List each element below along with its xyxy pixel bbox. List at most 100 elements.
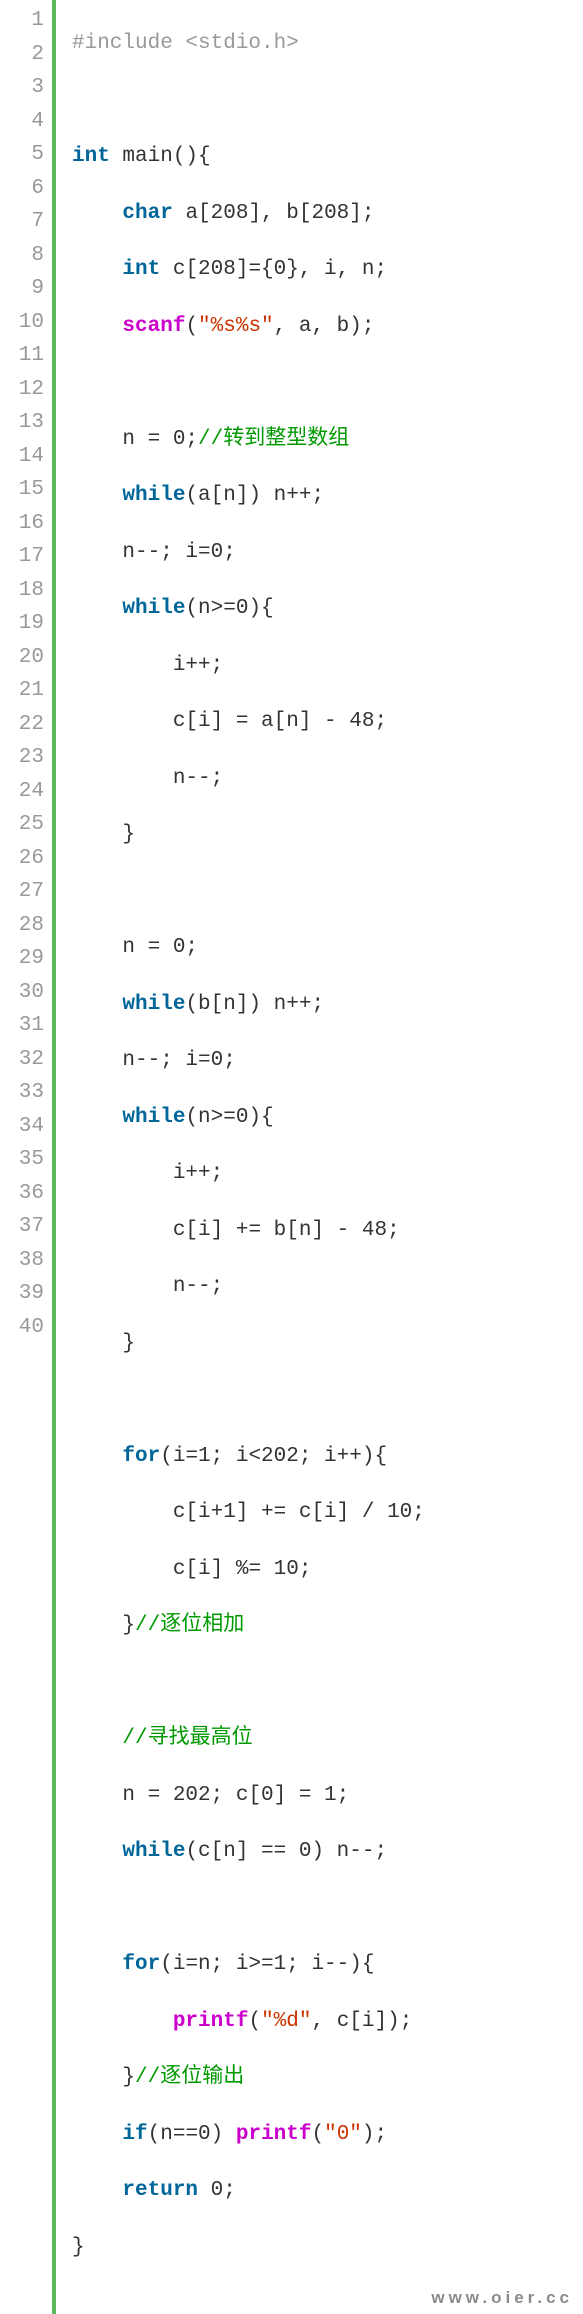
code-text: c[208]={0}, i, n; xyxy=(160,258,387,281)
code-line: n = 0; xyxy=(72,931,583,965)
code-text: c[i] %= 10; xyxy=(173,1558,312,1581)
line-number: 23 xyxy=(0,741,44,775)
line-number: 39 xyxy=(0,1277,44,1311)
keyword: while xyxy=(122,1840,185,1863)
keyword: while xyxy=(122,993,185,1016)
code-text: (n>=0){ xyxy=(185,1106,273,1129)
code-line xyxy=(72,366,583,400)
line-number: 34 xyxy=(0,1110,44,1144)
code-line: while(n>=0){ xyxy=(72,1101,583,1135)
code-line: n = 202; c[0] = 1; xyxy=(72,1779,583,1813)
line-number: 3 xyxy=(0,71,44,105)
line-number: 21 xyxy=(0,674,44,708)
code-line: return 0; xyxy=(72,2174,583,2208)
keyword: while xyxy=(122,1106,185,1129)
string: "%d" xyxy=(261,2010,311,2033)
line-number: 9 xyxy=(0,272,44,306)
code-line: } xyxy=(72,818,583,852)
keyword: char xyxy=(122,202,172,225)
string: "0" xyxy=(324,2123,362,2146)
code-line: while(c[n] == 0) n--; xyxy=(72,1835,583,1869)
line-number: 37 xyxy=(0,1210,44,1244)
code-line: //寻找最高位 xyxy=(72,1722,583,1756)
function: printf xyxy=(236,2123,312,2146)
code-line: n = 0;//转到整型数组 xyxy=(72,423,583,457)
line-number: 18 xyxy=(0,574,44,608)
code-text: (i=1; i<202; i++){ xyxy=(160,1445,387,1468)
code-line: }//逐位输出 xyxy=(72,2061,583,2095)
code-text: ); xyxy=(362,2123,387,2146)
line-number: 27 xyxy=(0,875,44,909)
code-line xyxy=(72,1666,583,1700)
keyword: while xyxy=(122,484,185,507)
string: "%s%s" xyxy=(198,315,274,338)
line-number: 19 xyxy=(0,607,44,641)
watermark: www.oier.cc xyxy=(431,2288,573,2308)
keyword: int xyxy=(122,258,160,281)
code-text: i++; xyxy=(173,654,223,677)
line-number: 4 xyxy=(0,105,44,139)
code-line: i++; xyxy=(72,1157,583,1191)
code-line: scanf("%s%s", a, b); xyxy=(72,310,583,344)
code-text: } xyxy=(122,823,135,846)
code-text: (n==0) xyxy=(148,2123,236,2146)
line-number: 20 xyxy=(0,641,44,675)
code-text: n--; i=0; xyxy=(122,541,235,564)
code-line: #include <stdio.h> xyxy=(72,27,583,61)
code-line: c[i+1] += c[i] / 10; xyxy=(72,1496,583,1530)
code-line: if(n==0) printf("0"); xyxy=(72,2118,583,2152)
code-line: n--; xyxy=(72,762,583,796)
code-line xyxy=(72,1892,583,1926)
line-number: 38 xyxy=(0,1244,44,1278)
line-number: 22 xyxy=(0,708,44,742)
code-text: n--; i=0; xyxy=(122,1049,235,1072)
code-text: c[i+1] += c[i] / 10; xyxy=(173,1501,425,1524)
code-text: i++; xyxy=(173,1162,223,1185)
keyword: int xyxy=(72,145,110,168)
line-number: 11 xyxy=(0,339,44,373)
code-line: }//逐位相加 xyxy=(72,1609,583,1643)
line-number: 17 xyxy=(0,540,44,574)
code-text: } xyxy=(122,1332,135,1355)
code-line: c[i] = a[n] - 48; xyxy=(72,705,583,739)
function: printf xyxy=(173,2010,249,2033)
function: scanf xyxy=(122,315,185,338)
code-text: ( xyxy=(248,2010,261,2033)
line-number: 33 xyxy=(0,1076,44,1110)
line-number: 7 xyxy=(0,205,44,239)
comment: //逐位输出 xyxy=(135,2066,244,2089)
code-text: n--; xyxy=(173,767,223,790)
line-number: 13 xyxy=(0,406,44,440)
code-line: for(i=n; i>=1; i--){ xyxy=(72,1948,583,1982)
line-number: 30 xyxy=(0,976,44,1010)
comment: //转到整型数组 xyxy=(198,428,349,451)
code-line: char a[208], b[208]; xyxy=(72,197,583,231)
line-number: 10 xyxy=(0,306,44,340)
code-text: (n>=0){ xyxy=(185,597,273,620)
line-number: 36 xyxy=(0,1177,44,1211)
code-text: n = 202; c[0] = 1; xyxy=(122,1784,349,1807)
code-line: while(b[n]) n++; xyxy=(72,988,583,1022)
comment: //逐位相加 xyxy=(135,1614,244,1637)
code-block: 1 2 3 4 5 6 7 8 9 10 11 12 13 14 15 16 1… xyxy=(0,0,583,2314)
code-text: } xyxy=(122,2066,135,2089)
line-number: 14 xyxy=(0,440,44,474)
keyword: while xyxy=(122,597,185,620)
line-number: 25 xyxy=(0,808,44,842)
line-number: 31 xyxy=(0,1009,44,1043)
code-line: n--; i=0; xyxy=(72,1044,583,1078)
line-number: 24 xyxy=(0,775,44,809)
line-number: 5 xyxy=(0,138,44,172)
code-line: c[i] %= 10; xyxy=(72,1553,583,1587)
line-number: 28 xyxy=(0,909,44,943)
code-line: i++; xyxy=(72,649,583,683)
line-number: 16 xyxy=(0,507,44,541)
code-line: int main(){ xyxy=(72,140,583,174)
code-text: 0; xyxy=(198,2179,236,2202)
code-line: c[i] += b[n] - 48; xyxy=(72,1214,583,1248)
line-number: 26 xyxy=(0,842,44,876)
code-text: (a[n]) n++; xyxy=(185,484,324,507)
code-text: } xyxy=(72,2236,85,2259)
code-line: while(n>=0){ xyxy=(72,592,583,626)
code-text: n = 0; xyxy=(122,428,198,451)
